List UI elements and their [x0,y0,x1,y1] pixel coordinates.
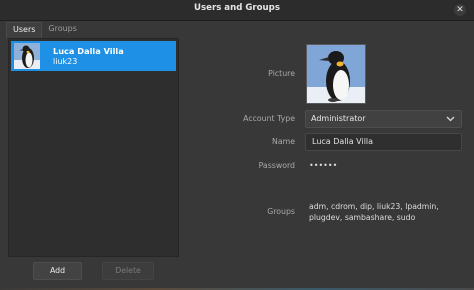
user-list: Luca Dalla Villa liuk23 [8,38,179,257]
account-type-label: Account Type [243,114,295,123]
password-label: Password [258,161,295,170]
delete-user-button[interactable]: Delete [102,262,154,280]
account-type-select[interactable]: Administrator [305,110,462,128]
account-type-value: Administrator [311,114,366,123]
password-button[interactable]: •••••• [309,161,337,170]
close-button[interactable]: ✕ [454,4,466,16]
penguin-icon [14,43,40,69]
title-bar[interactable]: Users and Groups ✕ [0,0,474,21]
tab-groups[interactable]: Groups [42,22,83,38]
user-list-item[interactable]: Luca Dalla Villa liuk23 [11,41,176,71]
tab-users[interactable]: Users [6,22,43,38]
name-field-value: Luca Dalla Villa [312,137,374,146]
user-picture-button[interactable] [306,44,366,104]
users-and-groups-window: Users and Groups ✕ Users Groups Luca Dal… [0,0,474,289]
chevron-down-icon [446,116,455,122]
tab-bar: Users Groups [6,22,83,38]
name-label: Name [271,137,295,146]
user-full-name: Luca Dalla Villa [53,46,124,56]
groups-button[interactable]: adm, cdrom, dip, liuk23, lpadmin, plugde… [309,201,469,223]
user-login-name: liuk23 [53,57,78,66]
close-icon: ✕ [456,5,464,15]
penguin-icon [307,45,365,103]
name-field[interactable]: Luca Dalla Villa [305,133,462,151]
picture-label: Picture [268,69,295,78]
groups-label: Groups [267,207,295,216]
add-user-button[interactable]: Add [33,262,82,280]
window-title: Users and Groups [194,3,280,13]
